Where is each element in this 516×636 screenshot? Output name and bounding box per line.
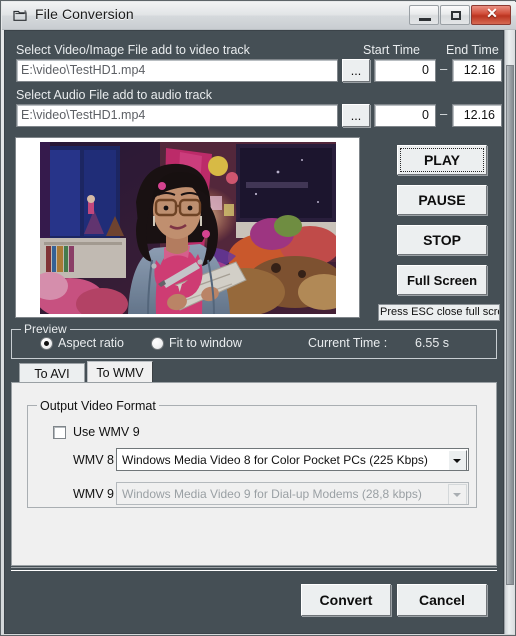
chevron-down-icon-disabled <box>448 484 467 504</box>
current-time-value: 6.55 s <box>415 336 450 350</box>
video-preview-panel[interactable] <box>15 137 360 318</box>
radio-aspect-ratio[interactable] <box>40 337 53 350</box>
start-time-label: Start Time <box>363 43 420 57</box>
tab-to-wmv[interactable]: To WMV <box>87 361 153 383</box>
maximize-button[interactable] <box>440 5 470 25</box>
video-path-input[interactable]: E:\video\TestHD1.mp4 <box>16 59 338 82</box>
tab-strip: To AVI To WMV <box>11 361 497 383</box>
folder-icon <box>13 9 28 22</box>
window-title: File Conversion <box>35 6 134 22</box>
close-button[interactable]: ✕ <box>471 5 511 25</box>
wmv8-combo-value: Windows Media Video 8 for Color Pocket P… <box>122 453 428 467</box>
video-frame <box>40 142 336 314</box>
minimize-button[interactable] <box>409 5 439 25</box>
preview-group-label: Preview <box>21 322 70 336</box>
convert-button[interactable]: Convert <box>301 584 391 616</box>
vertical-scrollbar-thumb[interactable] <box>506 65 514 585</box>
stop-button[interactable]: STOP <box>397 225 487 255</box>
esc-hint-label: Press ESC close full screen <box>378 304 500 321</box>
output-video-format-label: Output Video Format <box>37 399 159 413</box>
maximize-icon <box>451 11 461 20</box>
audio-track-label: Select Audio File add to audio track <box>16 88 212 102</box>
wmv9-combo-value: Windows Media Video 9 for Dial-up Modems… <box>122 487 422 501</box>
video-end-time-input[interactable]: 12.16 <box>452 59 502 82</box>
wmv8-combo[interactable]: Windows Media Video 8 for Color Pocket P… <box>116 448 469 471</box>
app-root: File Conversion ✕ Select Video/Image Fil… <box>0 0 516 636</box>
chevron-down-icon[interactable] <box>448 450 467 470</box>
audio-start-time-input[interactable]: 0 <box>374 104 436 127</box>
radio-fit-to-window-label: Fit to window <box>169 336 242 350</box>
audio-browse-button[interactable]: ... <box>342 104 370 127</box>
close-icon: ✕ <box>486 7 498 22</box>
wmv9-label: WMV 9 <box>73 487 114 501</box>
footer-separator <box>11 567 497 571</box>
use-wmv9-label: Use WMV 9 <box>73 425 140 439</box>
minimize-icon <box>419 18 431 21</box>
end-time-label: End Time <box>446 43 499 57</box>
vertical-scrollbar[interactable] <box>504 30 515 634</box>
use-wmv9-checkbox[interactable] <box>53 426 66 439</box>
radio-aspect-ratio-label: Aspect ratio <box>58 336 125 350</box>
audio-path-input[interactable]: E:\video\TestHD1.mp4 <box>16 104 338 127</box>
video-start-time-input[interactable]: 0 <box>374 59 436 82</box>
wmv8-label: WMV 8 <box>73 453 114 467</box>
wmv9-combo: Windows Media Video 9 for Dial-up Modems… <box>116 482 469 505</box>
video-time-separator: – <box>440 61 448 76</box>
audio-time-separator: – <box>440 106 448 121</box>
radio-fit-to-window[interactable] <box>151 337 164 350</box>
video-still-image <box>40 142 336 314</box>
video-track-label: Select Video/Image File add to video tra… <box>16 43 250 57</box>
tab-to-avi[interactable]: To AVI <box>19 363 85 383</box>
full-screen-button[interactable]: Full Screen <box>397 265 487 295</box>
pause-button[interactable]: PAUSE <box>397 185 487 215</box>
title-bar[interactable]: File Conversion ✕ <box>2 2 516 30</box>
cancel-button[interactable]: Cancel <box>397 584 487 616</box>
play-button[interactable]: PLAY <box>397 145 487 175</box>
current-time-label: Current Time : <box>308 336 388 350</box>
window-frame: File Conversion ✕ Select Video/Image Fil… <box>0 0 516 636</box>
audio-end-time-input[interactable]: 12.16 <box>452 104 502 127</box>
video-browse-button[interactable]: ... <box>342 59 370 82</box>
